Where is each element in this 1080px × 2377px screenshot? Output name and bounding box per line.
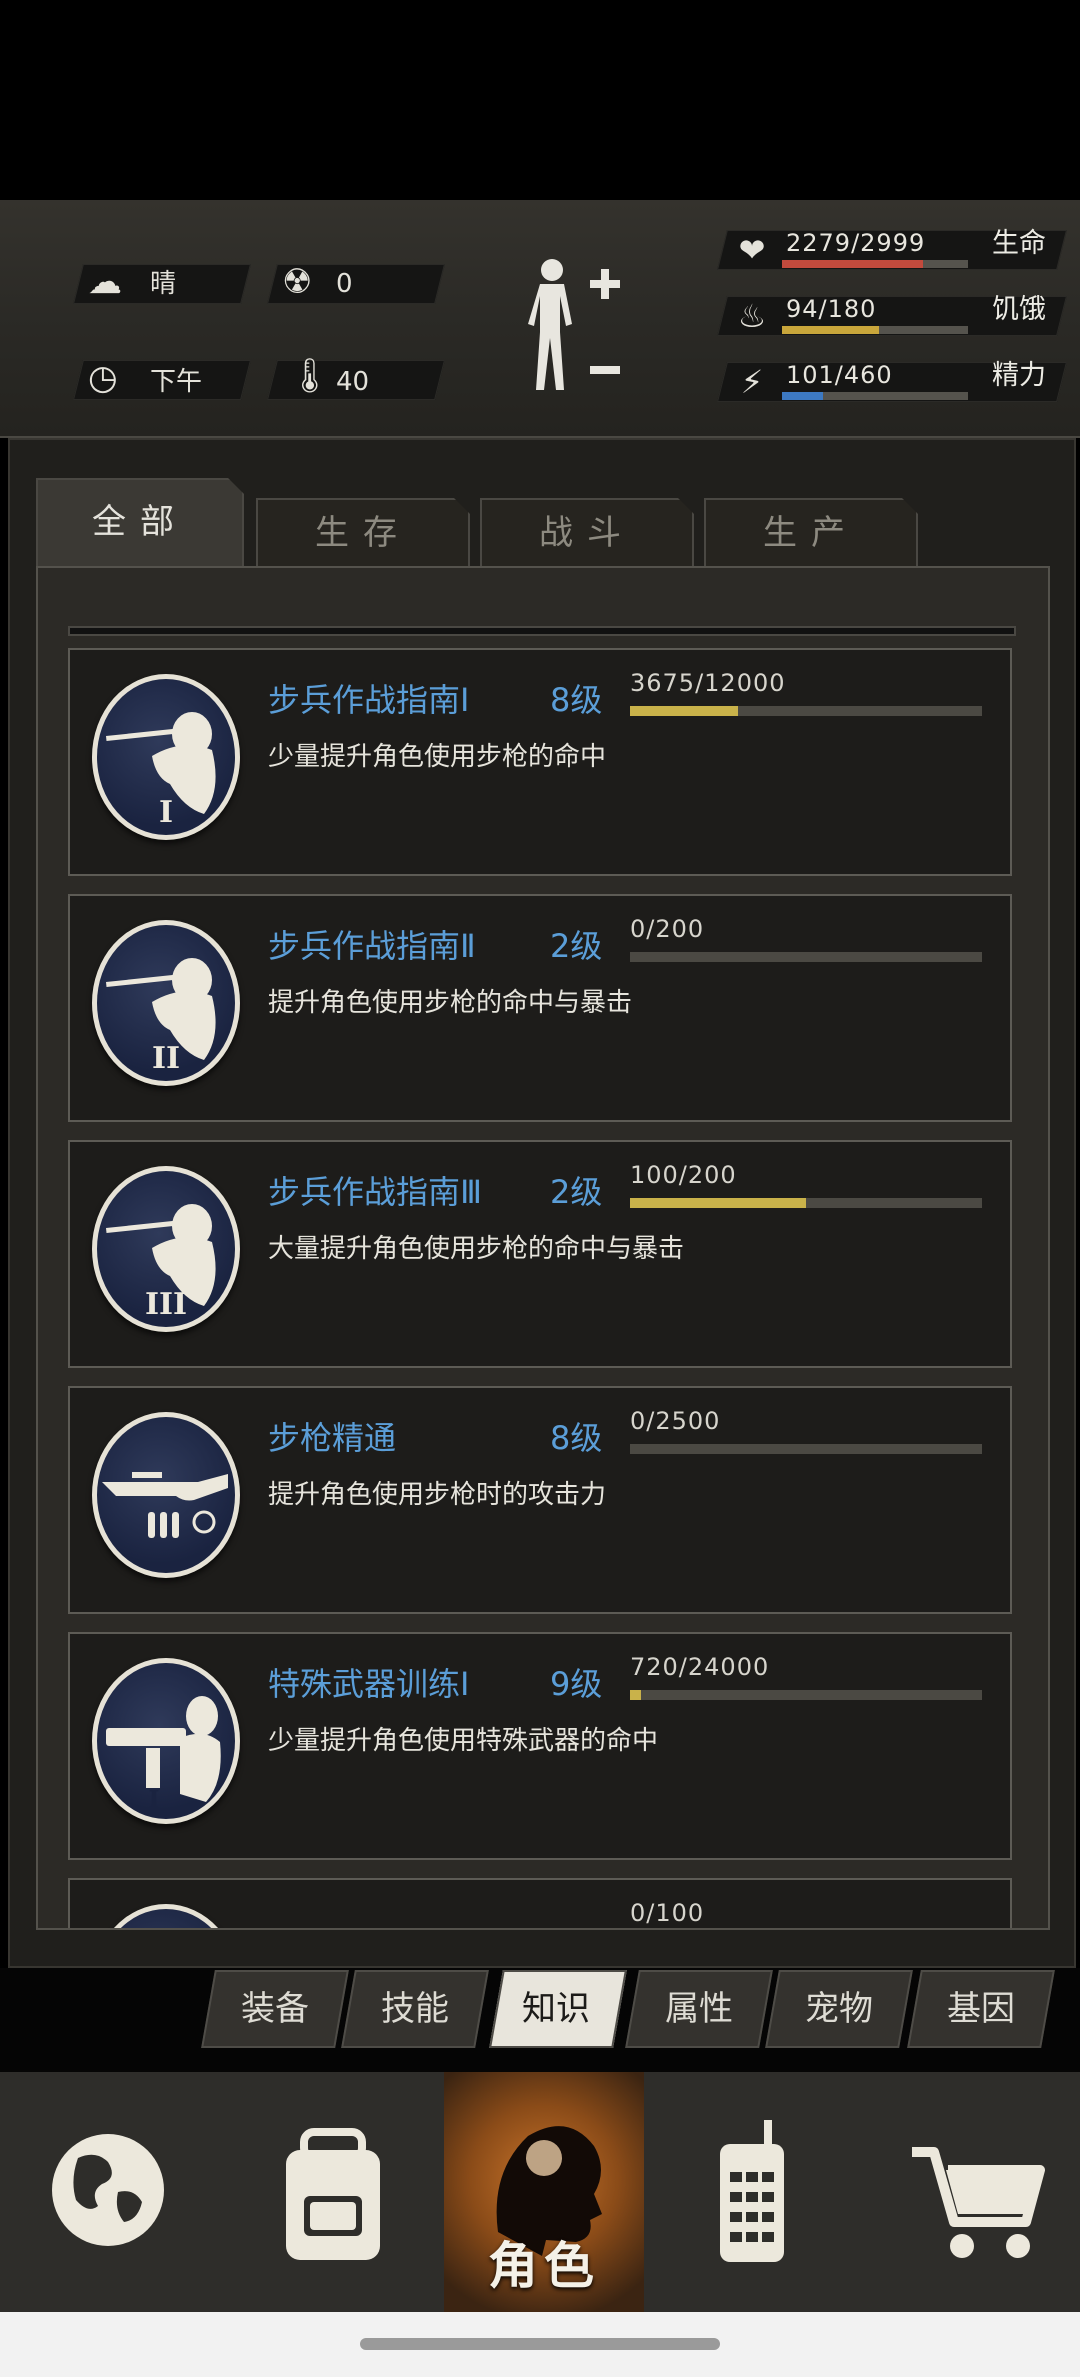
radio-icon (720, 2120, 784, 2262)
rifleman-icon: III (92, 1166, 240, 1332)
tab-production[interactable]: 生产 (704, 498, 918, 566)
knowledge-progress-bar (630, 706, 982, 716)
knowledge-description: 大量提升角色使用步枪的命中与暴击 (268, 1234, 685, 1264)
subtab-equipment[interactable]: 装备 (208, 1970, 342, 2048)
weather-text: 晴 (150, 269, 177, 299)
energy-bar (782, 392, 968, 400)
tab-all[interactable]: 全部 (36, 478, 244, 566)
health-label: 生命 (992, 228, 1046, 259)
weather-cloud-sun-icon: ☁ (88, 262, 122, 302)
human-body-icon (528, 259, 572, 390)
thermometer-icon: 🌡 (288, 356, 332, 396)
svg-text:I: I (148, 1785, 159, 1814)
hunger-bar (782, 326, 968, 334)
subtab-skills[interactable]: 技能 (348, 1970, 482, 2048)
svg-text:I: I (159, 795, 173, 830)
knowledge-level: 9级 (550, 1665, 603, 1703)
nav-radio-button[interactable] (644, 2072, 862, 2312)
knowledge-level: 8级 (550, 681, 603, 719)
knowledge-name: 步兵作战指南Ⅱ (268, 927, 476, 965)
knowledge-description: 少量提升角色使用特殊武器的命中 (268, 1726, 659, 1756)
knowledge-progress-text: 0/2500 (630, 1407, 721, 1435)
knowledge-description: 提升角色使用步枪时的攻击力 (268, 1480, 607, 1510)
knowledge-progress-bar (630, 1690, 982, 1700)
knowledge-name: 步兵作战指南Ⅰ (268, 681, 470, 719)
hunger-value: 94/180 (786, 295, 877, 323)
subtab-genes[interactable]: 基因 (914, 1970, 1048, 2048)
knowledge-progress-text: 100/200 (630, 1161, 737, 1189)
tab-combat[interactable]: 战斗 (480, 498, 694, 566)
knowledge-level: 2级 (550, 1173, 603, 1211)
knowledge-card[interactable]: I 步兵作战指南Ⅰ 8级 3675/12000 少量提升角色使用步枪的命中 (68, 648, 1012, 876)
stomach-icon: ♨ (737, 297, 767, 335)
status-header: ☁ 晴 ☢ 0 ◷ 下午 🌡 40 ❤ 2279/2999 生命 ♨ 94/18… (0, 200, 1080, 438)
knowledge-progress-bar (630, 952, 982, 962)
knowledge-card[interactable]: 步枪精通 8级 0/2500 提升角色使用步枪时的攻击力 (68, 1386, 1012, 1614)
partial-icon (92, 1904, 240, 1928)
nav-character-button[interactable]: 角色 (444, 2072, 644, 2312)
knowledge-progress-text: 0/200 (630, 915, 705, 943)
knowledge-progress-text: 3675/12000 (630, 669, 786, 697)
tab-survival[interactable]: 生存 (256, 498, 470, 566)
hunger-label: 饥饿 (992, 294, 1046, 325)
rifleman-icon: I (92, 674, 240, 840)
subtab-attributes[interactable]: 属性 (632, 1970, 766, 2048)
nav-character-label: 角色 (488, 2237, 600, 2295)
knowledge-level: 8级 (550, 1419, 603, 1457)
knowledge-card[interactable]: II 步兵作战指南Ⅱ 2级 0/200 提升角色使用步枪的命中与暴击 (68, 894, 1012, 1122)
svg-text:III: III (145, 1287, 187, 1322)
knowledge-description: 提升角色使用步枪的命中与暴击 (268, 988, 633, 1018)
knowledge-list[interactable]: I 步兵作战指南Ⅰ 8级 3675/12000 少量提升角色使用步枪的命中 II… (36, 566, 1050, 1930)
knowledge-progress-bar (630, 1444, 982, 1454)
radiation-value: 0 (336, 269, 353, 299)
rifleman-icon: II (92, 920, 240, 1086)
bottom-nav: 角色 (0, 2072, 1080, 2312)
cart-icon (912, 2147, 1045, 2258)
home-indicator[interactable] (360, 2338, 720, 2350)
nav-world-button[interactable] (0, 2072, 220, 2312)
knowledge-card[interactable]: III 步兵作战指南Ⅲ 2级 100/200 大量提升角色使用步枪的命中与暴击 (68, 1140, 1012, 1368)
knowledge-card[interactable]: 0/100 (68, 1878, 1012, 1928)
minigun-icon: I (92, 1658, 240, 1824)
backpack-icon (286, 2128, 380, 2260)
temperature-value: 40 (336, 367, 370, 397)
nav-backpack-button[interactable] (220, 2072, 440, 2312)
knowledge-description: 少量提升角色使用步枪的命中 (268, 742, 607, 772)
rifle-icon (92, 1412, 240, 1578)
knowledge-progress-text: 720/24000 (630, 1653, 770, 1681)
knowledge-progress-text: 0/100 (630, 1899, 705, 1927)
heart-icon: ❤ (738, 231, 766, 269)
energy-icon: ⚡ (740, 363, 764, 401)
list-top-divider (68, 626, 1016, 636)
health-value: 2279/2999 (786, 229, 926, 257)
character-sub-nav: 装备 技能 知识 属性 宠物 基因 (0, 1968, 1080, 2072)
knowledge-card[interactable]: I 特殊武器训练Ⅰ 9级 720/24000 少量提升角色使用特殊武器的命中 (68, 1632, 1012, 1860)
knowledge-name: 步枪精通 (268, 1419, 397, 1457)
energy-label: 精力 (992, 360, 1046, 391)
knowledge-progress-bar (630, 1198, 982, 1208)
health-bar (782, 260, 968, 268)
svg-text:II: II (152, 1041, 180, 1076)
nav-shop-button[interactable] (862, 2072, 1080, 2312)
knowledge-level: 2级 (550, 927, 603, 965)
subtab-knowledge[interactable]: 知识 (494, 1970, 618, 2048)
subtab-pets[interactable]: 宠物 (772, 1970, 906, 2048)
radiation-icon: ☢ (282, 262, 313, 302)
knowledge-name: 步兵作战指南Ⅲ (268, 1173, 483, 1211)
time-of-day-text: 下午 (150, 367, 203, 397)
plus-minus-icon (590, 269, 620, 374)
knowledge-name: 特殊武器训练Ⅰ (268, 1665, 470, 1703)
globe-icon (52, 2134, 164, 2246)
energy-value: 101/460 (786, 361, 893, 389)
body-status-button[interactable] (518, 256, 624, 406)
clock-icon: ◷ (88, 358, 118, 398)
